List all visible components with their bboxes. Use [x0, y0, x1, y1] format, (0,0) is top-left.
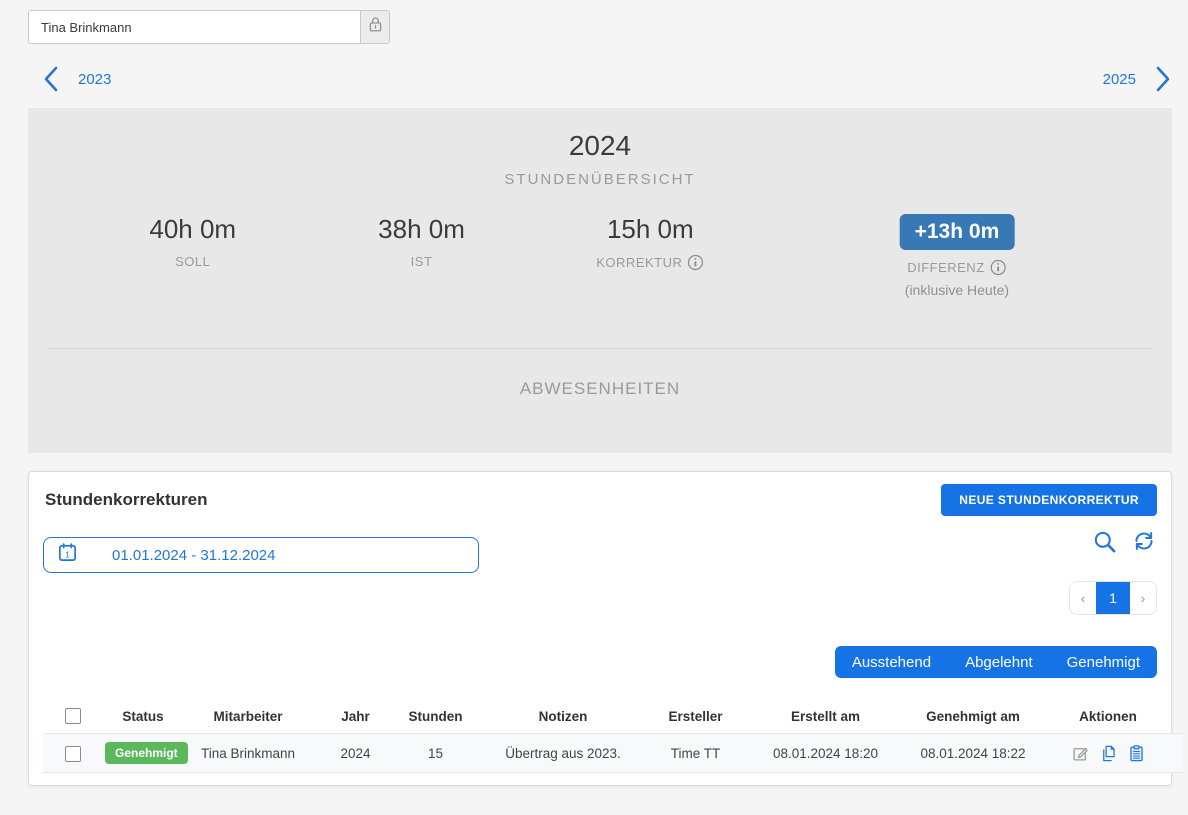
- corrections-card: Stundenkorrekturen 1 01.01.2024 - 31.12.…: [28, 471, 1172, 786]
- filter-abgelehnt-button[interactable]: Abgelehnt: [948, 646, 1050, 678]
- info-icon[interactable]: [990, 259, 1007, 276]
- cell-erstellt-am: 08.01.2024 18:20: [738, 734, 913, 773]
- header-aktionen: Aktionen: [1033, 699, 1183, 734]
- employee-filter-input[interactable]: [28, 10, 360, 44]
- ist-value: 38h 0m: [378, 214, 465, 245]
- top-bar: [0, 0, 1188, 44]
- row-checkbox[interactable]: [65, 746, 81, 762]
- cell-mitarbeiter: Tina Brinkmann: [183, 734, 313, 773]
- header-stunden: Stunden: [398, 699, 473, 734]
- refresh-icon[interactable]: [1131, 528, 1157, 554]
- status-filter-bar: Ausstehend Abgelehnt Genehmigt: [835, 646, 1157, 678]
- next-year-link[interactable]: 2025: [1103, 64, 1174, 94]
- header-ersteller: Ersteller: [653, 699, 738, 734]
- filter-genehmigt-button[interactable]: Genehmigt: [1050, 646, 1157, 678]
- search-icon[interactable]: [1091, 528, 1118, 555]
- chevron-right-icon: [1150, 64, 1174, 94]
- stats-row: 40h 0m SOLL 38h 0m IST 15h 0m KORREKTUR: [28, 214, 1172, 334]
- pagination-prev-button[interactable]: ‹: [1070, 582, 1096, 614]
- cell-stunden: 15: [398, 734, 473, 773]
- next-year-label: 2025: [1103, 71, 1136, 88]
- prev-year-link[interactable]: 2023: [40, 64, 111, 94]
- card-title: Stundenkorrekturen: [43, 490, 479, 510]
- info-icon[interactable]: [687, 254, 704, 271]
- row-actions: [1035, 744, 1181, 763]
- differenz-label: DIFFERENZ: [907, 260, 984, 275]
- select-all-checkbox[interactable]: [65, 708, 81, 724]
- stat-differenz: +13h 0m DIFFERENZ (inklusive Heute): [900, 214, 1015, 298]
- stat-ist: 38h 0m IST: [378, 214, 465, 269]
- lock-button[interactable]: [360, 10, 390, 44]
- overview-year: 2024: [28, 130, 1172, 162]
- hours-overview-panel: 2024 STUNDENÜBERSICHT 40h 0m SOLL 38h 0m…: [28, 108, 1172, 453]
- header-genehmigt-am: Genehmigt am: [913, 699, 1033, 734]
- cell-ersteller: Time TT: [653, 734, 738, 773]
- new-correction-button[interactable]: NEUE STUNDENKORREKTUR: [941, 484, 1157, 516]
- lock-icon: [366, 15, 385, 39]
- overview-divider: [48, 348, 1152, 349]
- date-range-text: 01.01.2024 - 31.12.2024: [112, 547, 275, 564]
- filter-ausstehend-button[interactable]: Ausstehend: [835, 646, 948, 678]
- employee-filter-group: [28, 10, 390, 44]
- clipboard-icon[interactable]: [1127, 744, 1146, 763]
- calendar-icon: 1: [56, 541, 79, 569]
- date-range-picker[interactable]: 1 01.01.2024 - 31.12.2024: [43, 537, 479, 573]
- ist-label: IST: [378, 254, 465, 269]
- prev-year-label: 2023: [78, 71, 111, 88]
- header-erstellt-am: Erstellt am: [738, 699, 913, 734]
- cell-jahr: 2024: [313, 734, 398, 773]
- stat-korrektur: 15h 0m KORREKTUR: [596, 214, 704, 271]
- pagination-next-button[interactable]: ›: [1130, 582, 1156, 614]
- year-nav: 2023 2025: [0, 44, 1188, 108]
- status-badge: Genehmigt: [105, 742, 188, 764]
- edit-icon[interactable]: [1071, 744, 1090, 763]
- overview-subtitle: STUNDENÜBERSICHT: [28, 171, 1172, 188]
- pagination-current-page[interactable]: 1: [1096, 582, 1130, 614]
- korrektur-label: KORREKTUR: [596, 255, 682, 270]
- chevron-left-icon: [40, 64, 64, 94]
- differenz-note: (inklusive Heute): [900, 282, 1015, 298]
- svg-text:1: 1: [65, 550, 70, 559]
- pagination: ‹ 1 ›: [1069, 581, 1157, 615]
- table-header-row: Status Mitarbeiter Jahr Stunden Notizen …: [43, 699, 1183, 734]
- differenz-badge: +13h 0m: [900, 214, 1015, 250]
- absences-title: ABWESENHEITEN: [28, 379, 1172, 399]
- cell-genehmigt-am: 08.01.2024 18:22: [913, 734, 1033, 773]
- cell-notizen: Übertrag aus 2023.: [473, 734, 653, 773]
- header-mitarbeiter: Mitarbeiter: [183, 699, 313, 734]
- header-notizen: Notizen: [473, 699, 653, 734]
- korrektur-value: 15h 0m: [596, 214, 704, 245]
- soll-value: 40h 0m: [149, 214, 236, 245]
- header-jahr: Jahr: [313, 699, 398, 734]
- table-row: Genehmigt Tina Brinkmann 2024 15 Übertra…: [43, 734, 1183, 773]
- copy-icon[interactable]: [1099, 744, 1118, 763]
- soll-label: SOLL: [149, 254, 236, 269]
- header-status: Status: [103, 699, 183, 734]
- corrections-table: Status Mitarbeiter Jahr Stunden Notizen …: [43, 699, 1183, 773]
- stat-soll: 40h 0m SOLL: [149, 214, 236, 269]
